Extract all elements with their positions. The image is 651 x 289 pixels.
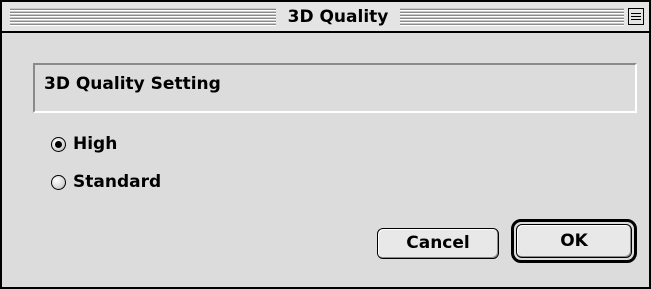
collapse-line [631, 16, 641, 17]
dialog-window: 3D Quality 3D Quality Setting High Stand… [0, 0, 651, 289]
title-bar-stripes-left [10, 8, 276, 26]
collapse-box-icon[interactable] [628, 8, 644, 25]
title-bar-stripes-right [400, 8, 624, 26]
collapse-line [631, 13, 641, 14]
radio-selected-icon[interactable] [51, 136, 66, 152]
ok-button[interactable]: OK [516, 224, 632, 258]
quality-setting-box: 3D Quality Setting [33, 63, 637, 113]
radio-unselected-icon[interactable] [51, 174, 66, 190]
quality-setting-label: 3D Quality Setting [44, 74, 221, 94]
cancel-button[interactable]: Cancel [377, 228, 499, 259]
radio-label-standard: Standard [73, 172, 162, 192]
radio-option-standard[interactable]: Standard [51, 170, 161, 194]
window-title: 3D Quality [287, 7, 389, 27]
radio-option-high[interactable]: High [51, 132, 117, 156]
collapse-line [631, 19, 641, 20]
radio-label-high: High [73, 134, 118, 154]
title-bar[interactable]: 3D Quality [2, 2, 649, 33]
